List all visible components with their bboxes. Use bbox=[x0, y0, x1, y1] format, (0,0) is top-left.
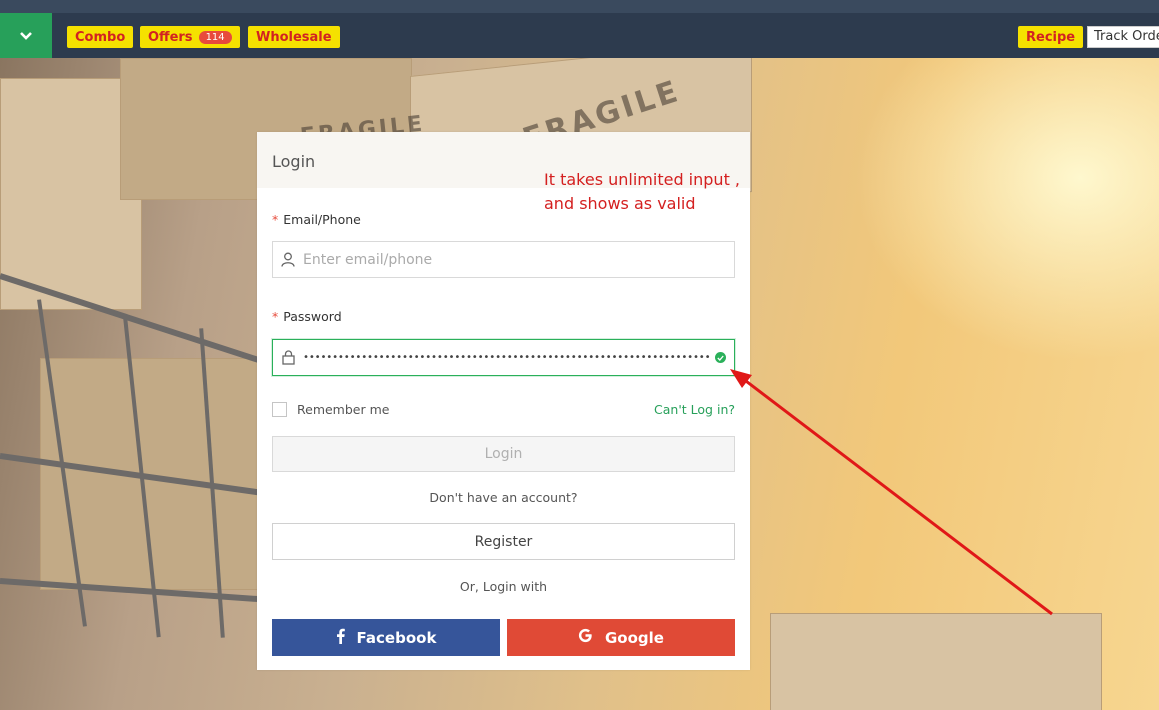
remember-me[interactable]: Remember me bbox=[272, 402, 389, 417]
required-marker: * bbox=[272, 212, 279, 227]
nav-tag-label: Offers bbox=[148, 29, 193, 45]
remember-me-checkbox[interactable] bbox=[272, 402, 287, 417]
required-marker: * bbox=[272, 309, 279, 324]
password-field[interactable]: ••••••••••••••••••••••••••••••••••••••••… bbox=[272, 339, 735, 376]
menu-toggle-button[interactable] bbox=[0, 13, 52, 58]
login-button[interactable]: Login bbox=[272, 436, 735, 472]
user-icon bbox=[273, 252, 303, 267]
email-field[interactable] bbox=[272, 241, 735, 278]
register-button[interactable]: Register bbox=[272, 523, 735, 560]
track-order-button[interactable]: Track Order bbox=[1087, 26, 1159, 48]
facebook-login-button[interactable]: Facebook bbox=[272, 619, 500, 656]
navbar: Combo Offers 114 Wholesale Recipe Track … bbox=[0, 13, 1159, 58]
nav-tag-recipe[interactable]: Recipe bbox=[1018, 26, 1084, 48]
valid-check-icon bbox=[715, 352, 726, 363]
nav-tag-wholesale[interactable]: Wholesale bbox=[248, 26, 340, 48]
top-strip bbox=[0, 0, 1159, 13]
chevron-down-icon bbox=[20, 31, 32, 40]
cant-login-link[interactable]: Can't Log in? bbox=[654, 402, 735, 417]
nav-tag-label: Recipe bbox=[1026, 29, 1076, 45]
facebook-icon bbox=[336, 628, 345, 648]
lock-icon bbox=[273, 350, 303, 365]
google-label: Google bbox=[605, 628, 664, 647]
nav-tag-offers[interactable]: Offers 114 bbox=[140, 26, 240, 48]
remember-me-label: Remember me bbox=[297, 402, 390, 417]
email-input[interactable] bbox=[303, 251, 734, 268]
annotation-text: It takes unlimited input , and shows as … bbox=[544, 170, 741, 213]
nav-tag-label: Combo bbox=[75, 29, 126, 45]
no-account-text: Don't have an account? bbox=[429, 490, 578, 505]
password-input[interactable]: ••••••••••••••••••••••••••••••••••••••••… bbox=[303, 352, 711, 363]
password-label: * Password bbox=[272, 309, 342, 324]
or-login-with-text: Or, Login with bbox=[459, 579, 548, 594]
facebook-label: Facebook bbox=[356, 628, 437, 647]
nav-tag-label: Wholesale bbox=[256, 29, 332, 45]
google-login-button[interactable]: Google bbox=[507, 619, 735, 656]
offers-count-badge: 114 bbox=[198, 30, 232, 44]
nav-tag-combo[interactable]: Combo bbox=[67, 26, 134, 48]
email-label: * Email/Phone bbox=[272, 212, 361, 227]
cardboard-box bbox=[770, 613, 1102, 710]
google-icon bbox=[578, 628, 593, 647]
